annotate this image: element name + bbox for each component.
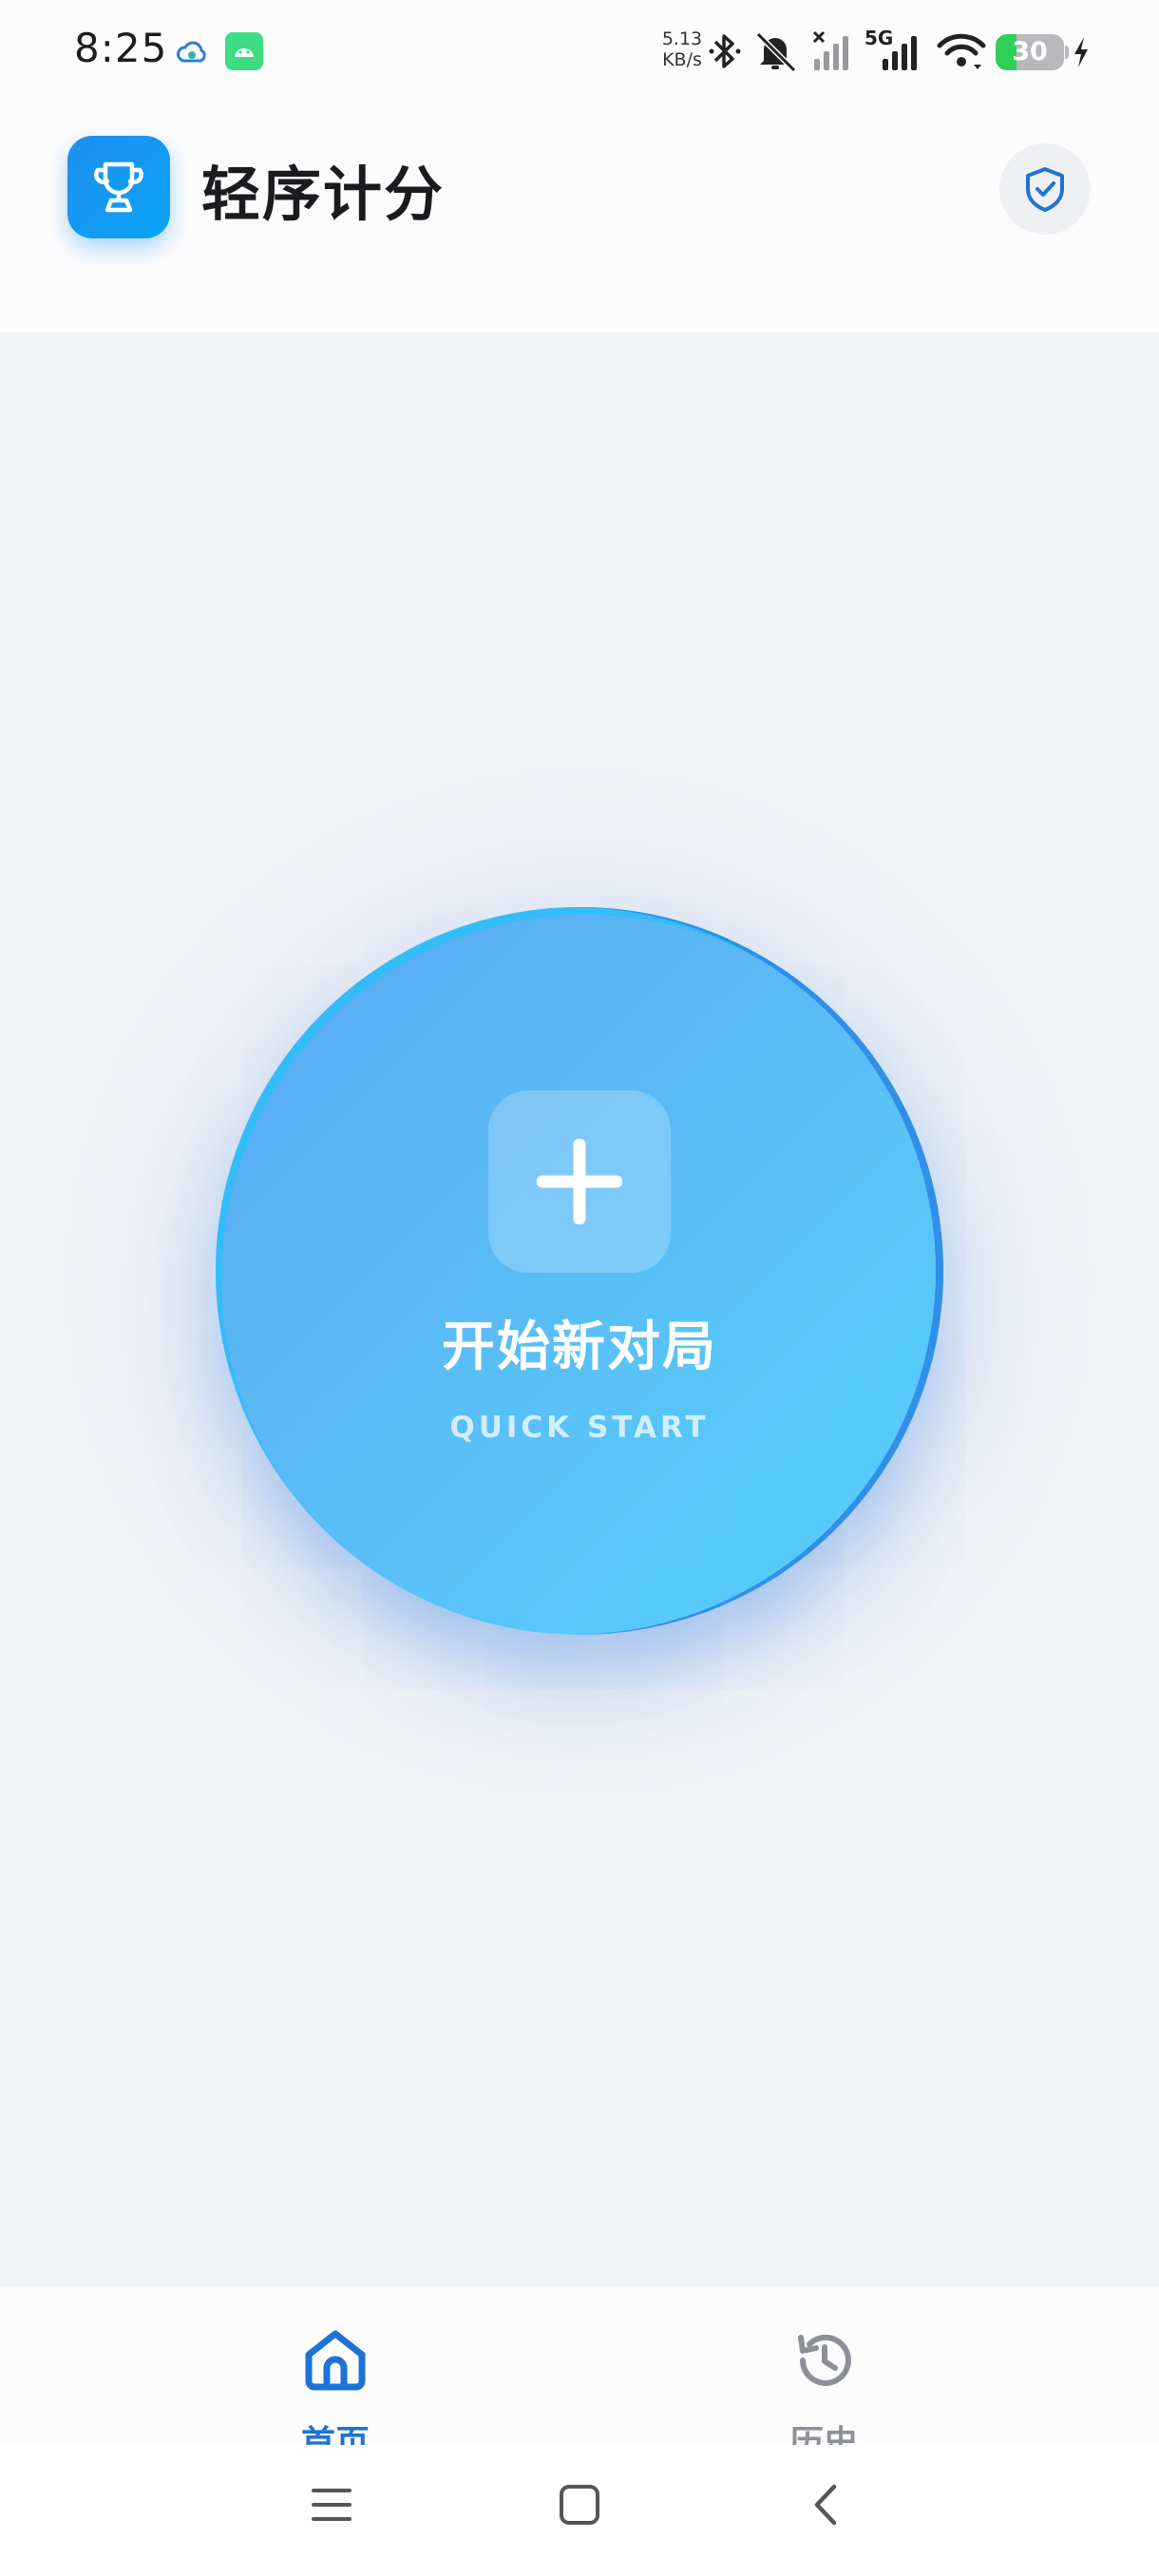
plus-tile (488, 1090, 671, 1273)
main-content: 开始新对局 QUICK START (0, 332, 1159, 2287)
bottom-nav: 首页 历史 (0, 2287, 1159, 2445)
status-time: 8:25 (74, 25, 168, 71)
trophy-icon (94, 161, 143, 213)
battery-icon: 30 (996, 34, 1064, 70)
android-app-icon (225, 32, 263, 70)
network-speed: 5.13 KB/s (654, 28, 711, 70)
shield-check-icon (1026, 167, 1064, 212)
start-button-label: 开始新对局 (442, 1316, 717, 1378)
wifi-icon (937, 33, 986, 69)
security-button[interactable] (999, 143, 1091, 235)
battery-level: 30 (1012, 37, 1048, 66)
nav-label-home: 首页 (300, 2424, 370, 2445)
start-button-sublabel: QUICK START (449, 1411, 710, 1445)
back-icon[interactable] (806, 2483, 849, 2527)
network-speed-value: 5.13 (661, 28, 703, 49)
app-logo (67, 136, 170, 238)
app-screen: 8:25 5.13 KB/s 5G 30 轻序计分 开始新对局 QUICK ST… (0, 0, 1159, 2576)
signal-icon (812, 30, 848, 70)
app-title: 轻序计分 (201, 160, 446, 229)
nav-item-home[interactable]: 首页 (240, 2287, 430, 2445)
home-square-icon[interactable] (558, 2483, 601, 2527)
start-new-game-button[interactable]: 开始新对局 QUICK START (216, 907, 943, 1635)
charging-icon (1074, 37, 1088, 67)
bell-muted-icon (755, 31, 797, 72)
app-header: 轻序计分 (0, 104, 1159, 332)
plus-icon (537, 1139, 622, 1224)
home-icon (305, 2330, 366, 2391)
network-speed-unit: KB/s (662, 49, 702, 70)
history-icon (798, 2334, 851, 2386)
nav-label-history: 历史 (788, 2424, 858, 2445)
status-bar: 8:25 5.13 KB/s 5G 30 (0, 0, 1159, 104)
nav-item-history[interactable]: 历史 (729, 2287, 919, 2445)
cloud-icon (177, 41, 206, 63)
battery-cap (1065, 46, 1069, 59)
signal-5g-icon (883, 36, 917, 70)
system-nav-bar (0, 2445, 1159, 2576)
bluetooth-icon (709, 34, 741, 68)
menu-icon[interactable] (310, 2483, 353, 2527)
